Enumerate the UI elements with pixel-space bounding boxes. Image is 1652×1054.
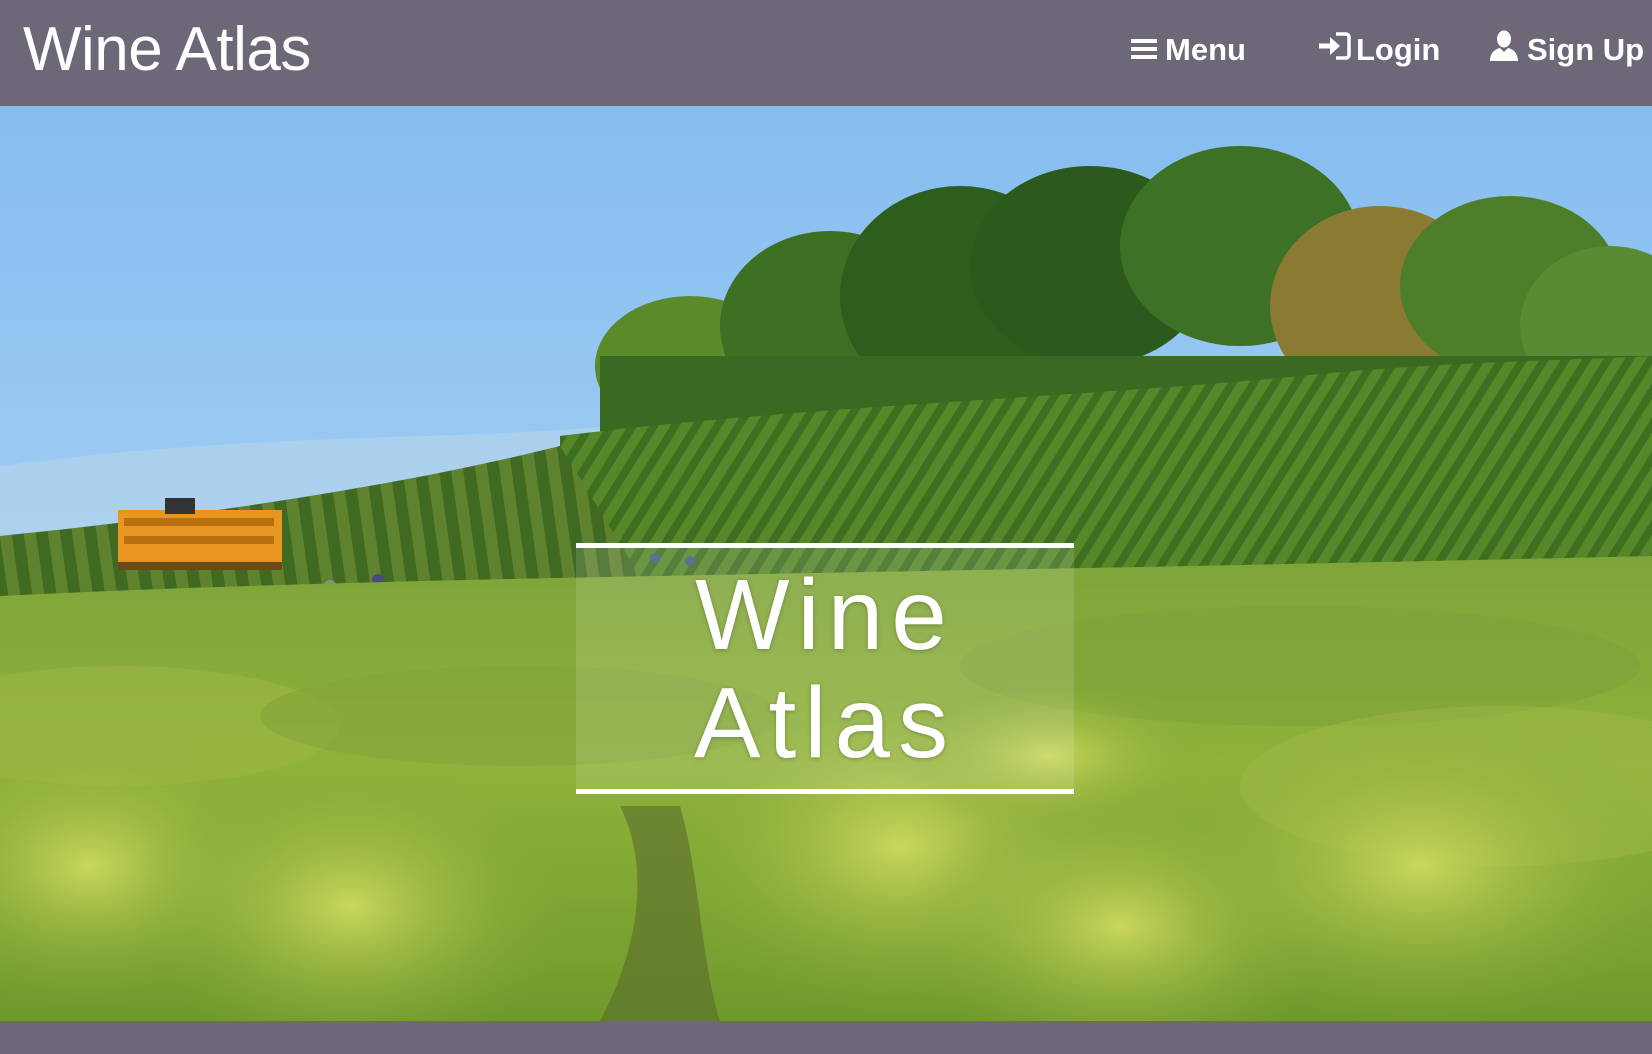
hero-title-line-1: Wine xyxy=(695,558,955,671)
footer-bar xyxy=(0,1021,1652,1054)
login-label: Login xyxy=(1356,32,1441,67)
hero-section: Wine Atlas xyxy=(0,106,1652,1021)
hamburger-icon xyxy=(1131,32,1157,68)
brand-logo-link[interactable]: Wine Atlas xyxy=(23,14,311,86)
login-link[interactable]: Login xyxy=(1318,28,1440,72)
top-navbar: Wine Atlas Menu Login Sign Up xyxy=(0,0,1652,106)
signup-label: Sign Up xyxy=(1527,32,1645,67)
hero-title-line-2: Atlas xyxy=(693,666,957,779)
menu-button[interactable]: Menu xyxy=(1131,28,1246,72)
user-icon xyxy=(1489,30,1519,70)
hero-title-box: Wine Atlas xyxy=(576,543,1074,794)
signup-link[interactable]: Sign Up xyxy=(1489,28,1644,72)
menu-label: Menu xyxy=(1165,32,1246,67)
login-arrow-icon xyxy=(1318,31,1352,69)
